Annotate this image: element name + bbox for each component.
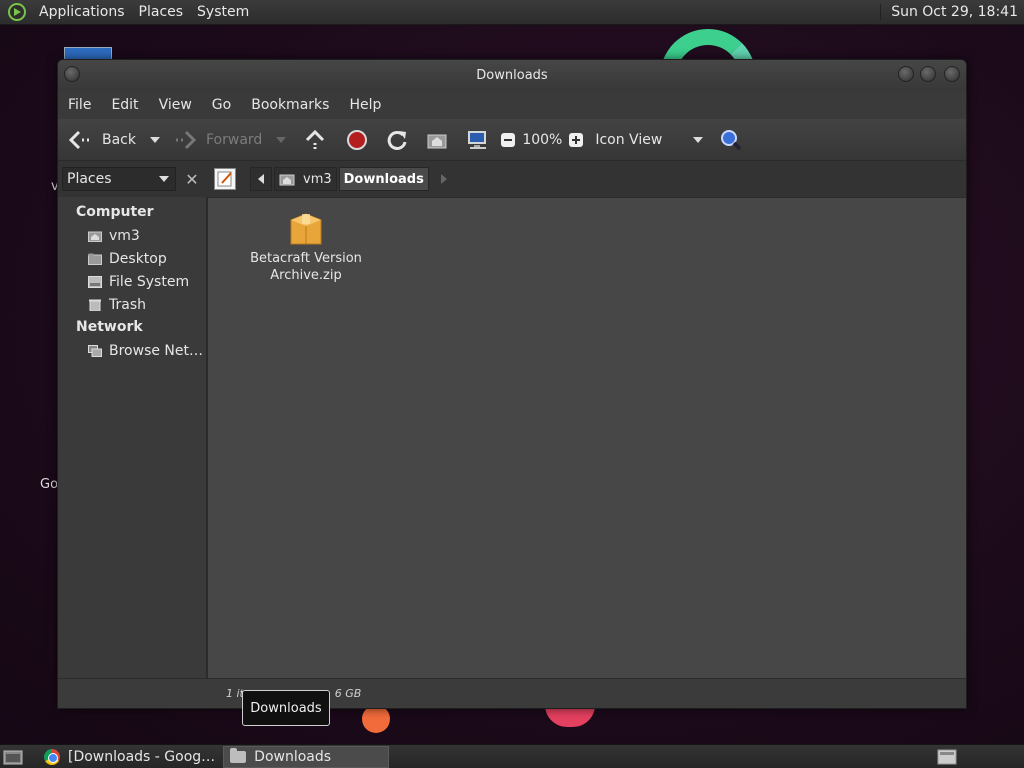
sidebar-item-label: Browse Net… <box>109 342 204 359</box>
toolbar: Back Forward 100% Icon View <box>58 119 966 161</box>
forward-history-dropdown[interactable] <box>276 136 287 143</box>
view-mode-value: Icon View <box>595 131 663 148</box>
status-bar: 1 it 6 GB <box>58 678 966 708</box>
home-icon[interactable] <box>426 129 448 151</box>
places-sidebar: Computer vm3 Desktop File System Trash N… <box>58 197 208 708</box>
places-menu[interactable]: Places <box>132 4 191 20</box>
home-icon <box>88 231 102 242</box>
chevron-right-icon[interactable] <box>440 174 447 184</box>
chevron-left-icon <box>258 174 264 184</box>
zoom-level[interactable]: 100% <box>522 132 562 148</box>
menu-help[interactable]: Help <box>339 97 391 113</box>
network-icon <box>88 344 102 357</box>
reload-icon[interactable] <box>386 129 408 151</box>
chrome-icon <box>44 748 60 765</box>
view-mode-select[interactable]: Icon View <box>595 131 704 148</box>
minimize-button[interactable] <box>898 66 914 82</box>
drive-icon <box>88 275 102 288</box>
system-menu[interactable]: System <box>190 4 256 20</box>
sidebar-item-file-system[interactable]: File System <box>58 270 206 293</box>
sidebar-item-label: Desktop <box>109 250 167 267</box>
show-desktop-icon[interactable] <box>2 748 24 766</box>
sidebar-item-label: Trash <box>109 296 146 313</box>
folder-icon <box>230 747 247 763</box>
sidebar-item-desktop[interactable]: Desktop <box>58 247 206 270</box>
back-button[interactable]: Back <box>68 129 136 151</box>
back-arrow-icon <box>68 130 89 149</box>
menubar: File Edit View Go Bookmarks Help <box>58 91 966 119</box>
menu-edit[interactable]: Edit <box>101 97 148 113</box>
window-title: Downloads <box>476 68 548 83</box>
home-icon <box>279 174 295 186</box>
taskbar-tooltip: Downloads <box>242 690 330 726</box>
trash-icon <box>89 299 101 311</box>
menu-view[interactable]: View <box>149 97 202 113</box>
taskbar-item-label: [Downloads - Goog… <box>68 748 216 765</box>
wallpaper-blob <box>362 705 390 733</box>
forward-arrow-icon <box>176 130 197 149</box>
sidebar-item-browse-network[interactable]: Browse Net… <box>58 339 206 362</box>
chevron-down-icon <box>159 176 169 182</box>
back-label: Back <box>102 131 136 148</box>
up-arrow-icon[interactable] <box>304 129 326 151</box>
breadcrumb-vm3[interactable]: vm3 <box>274 167 337 191</box>
folder-icon <box>88 253 102 265</box>
forward-button[interactable]: Forward <box>174 129 262 151</box>
close-button[interactable] <box>944 66 960 82</box>
sidebar-item-label: File System <box>109 273 190 290</box>
sidebar-heading-network: Network <box>76 319 143 335</box>
zoom-out-icon[interactable] <box>500 132 516 148</box>
main-area: Computer vm3 Desktop File System Trash N… <box>58 197 966 708</box>
side-pane-selector[interactable]: Places <box>62 167 176 191</box>
top-panel: Applications Places System Sun Oct 29, 1… <box>0 0 1024 25</box>
menu-go[interactable]: Go <box>202 97 241 113</box>
archive-icon <box>289 210 323 245</box>
sidebar-heading-computer: Computer <box>76 204 154 220</box>
breadcrumb-label: vm3 <box>303 171 332 187</box>
back-history-dropdown[interactable] <box>150 136 160 143</box>
sidebar-item-label: vm3 <box>109 227 140 244</box>
edit-location-icon[interactable] <box>214 168 236 190</box>
file-manager-window: Downloads File Edit View Go Bookmarks He… <box>57 59 967 709</box>
breadcrumb-scroll-left[interactable] <box>250 167 272 191</box>
chevron-down-icon <box>693 136 704 143</box>
window-titlebar[interactable]: Downloads <box>58 60 966 91</box>
desktop-label-partial[interactable]: Go <box>40 477 58 492</box>
window-menu-button[interactable] <box>64 66 80 82</box>
search-icon[interactable] <box>719 128 743 152</box>
workspace-switcher-icon[interactable] <box>936 748 958 766</box>
sidebar-item-vm3[interactable]: vm3 <box>58 224 206 247</box>
menu-bookmarks[interactable]: Bookmarks <box>241 97 339 113</box>
file-item[interactable]: Betacraft Version Archive.zip <box>246 210 366 284</box>
applications-menu[interactable]: Applications <box>32 4 132 20</box>
file-name: Betacraft Version Archive.zip <box>250 251 362 283</box>
side-pane-selector-value: Places <box>67 171 112 187</box>
taskbar-item-chrome[interactable]: [Downloads - Goog… <box>38 746 221 768</box>
taskbar-item-downloads[interactable]: Downloads <box>223 745 390 768</box>
breadcrumb-downloads[interactable]: Downloads <box>338 167 429 191</box>
forward-label: Forward <box>206 131 263 148</box>
breadcrumb-label: Downloads <box>343 171 424 187</box>
menu-file[interactable]: File <box>58 97 101 113</box>
taskbar-item-label: Downloads <box>254 748 332 765</box>
file-view[interactable]: Betacraft Version Archive.zip <box>208 197 966 708</box>
bottom-panel: [Downloads - Goog… Downloads <box>0 744 1024 768</box>
stop-icon[interactable] <box>346 129 368 151</box>
computer-icon[interactable] <box>466 129 490 151</box>
location-bar: Places ✕ vm3 Downloads <box>58 161 966 197</box>
close-side-pane-icon[interactable]: ✕ <box>182 169 202 189</box>
mint-logo-icon[interactable] <box>8 3 26 21</box>
maximize-button[interactable] <box>920 66 936 82</box>
clock[interactable]: Sun Oct 29, 18:41 <box>880 4 1024 20</box>
zoom-in-icon[interactable] <box>568 132 584 148</box>
sidebar-item-trash[interactable]: Trash <box>58 293 206 316</box>
